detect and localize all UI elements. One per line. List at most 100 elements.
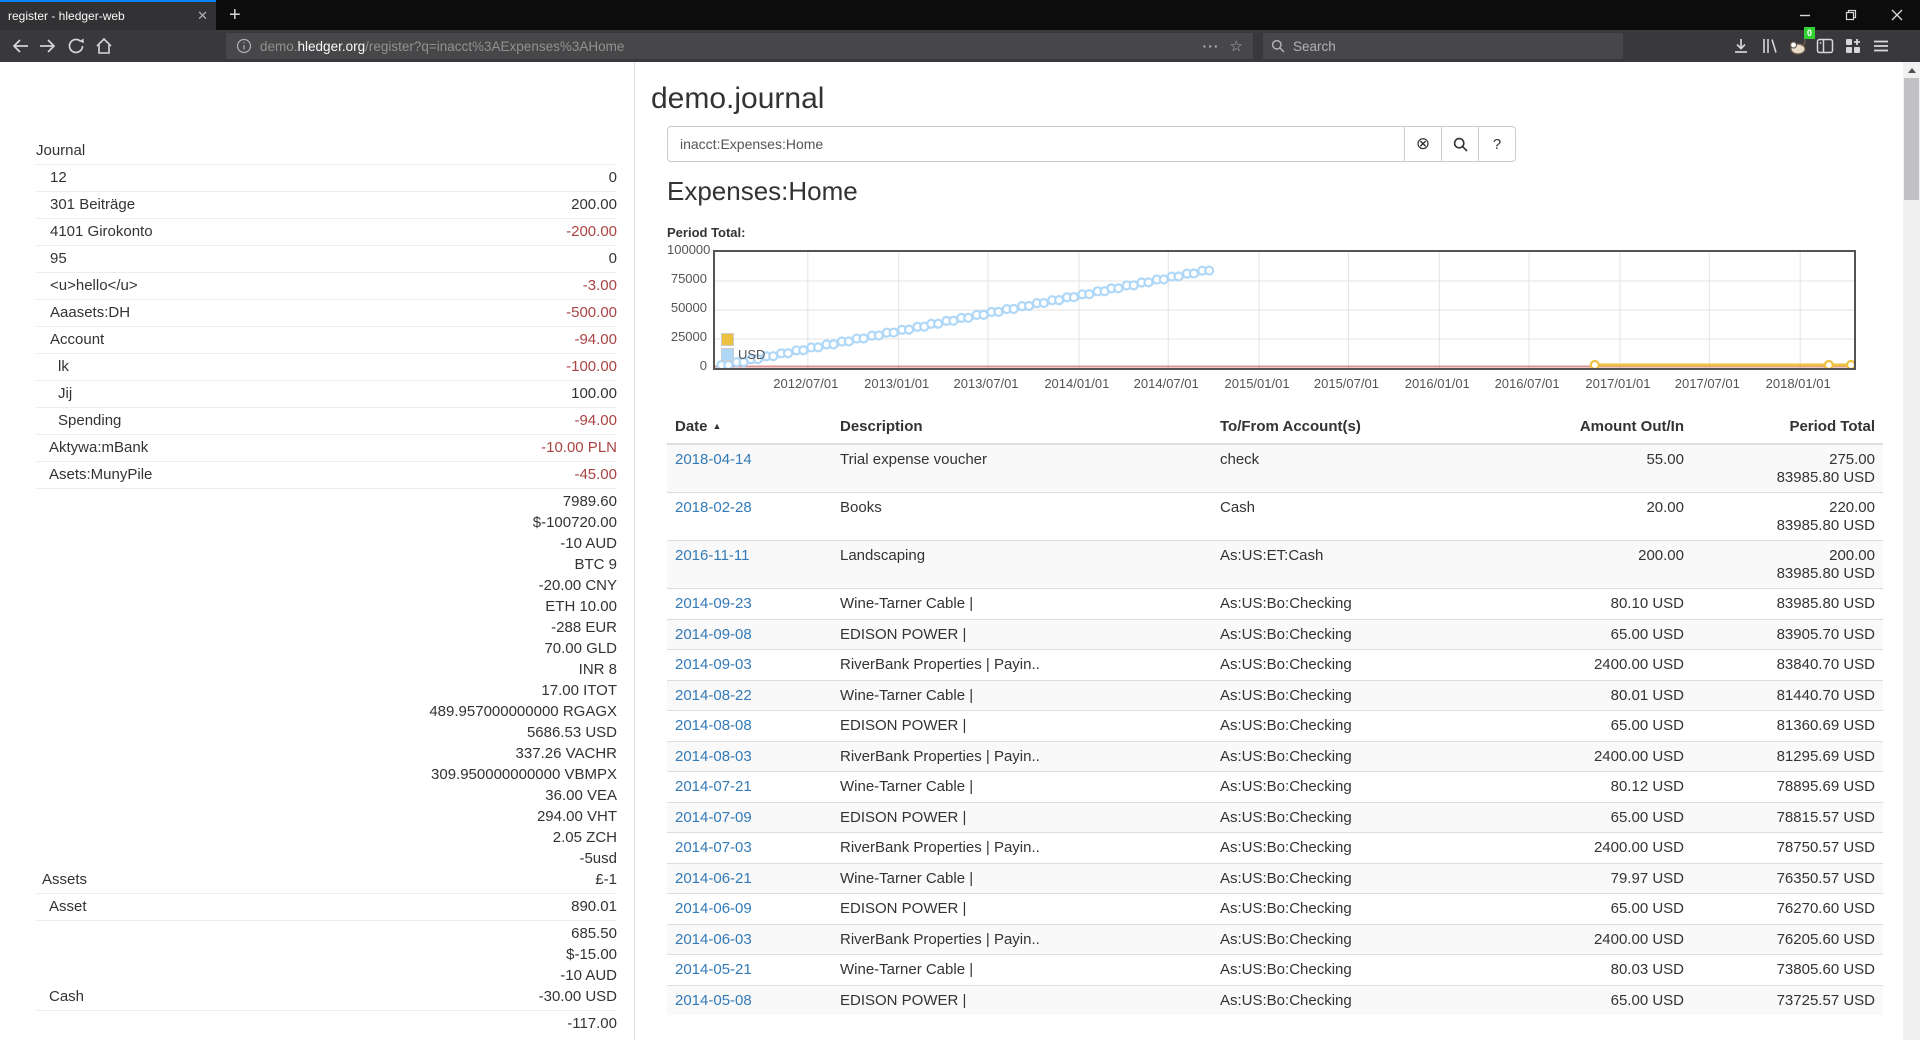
total-line: 78815.57 USD xyxy=(1700,809,1875,827)
account-link[interactable]: Spending xyxy=(58,412,121,429)
browser-tab[interactable]: register - hledger-web ✕ xyxy=(0,0,216,30)
account-link[interactable]: Asset xyxy=(49,898,87,915)
transaction-date-link[interactable]: 2014-06-09 xyxy=(675,900,752,917)
transaction-date-link[interactable]: 2014-06-21 xyxy=(675,870,752,887)
account-link[interactable]: 95 xyxy=(50,250,67,267)
transaction-date-link[interactable]: 2014-07-09 xyxy=(675,809,752,826)
page-scrollbar[interactable] xyxy=(1903,62,1920,1040)
clear-query-button[interactable]: ⊗ xyxy=(1404,126,1442,162)
transaction-date-link[interactable]: 2014-08-22 xyxy=(675,687,752,704)
column-header-amount-out-in[interactable]: Amount Out/In xyxy=(1502,410,1692,444)
balance-amount: 70.00 GLD xyxy=(259,638,617,659)
search-help-button[interactable]: ? xyxy=(1478,126,1516,162)
account-balance: -500.00 xyxy=(259,300,617,327)
column-header-to-from-account-s-[interactable]: To/From Account(s) xyxy=(1212,410,1502,444)
account-cell: As:US:Bo:Checking xyxy=(1212,589,1502,620)
transaction-date-link[interactable]: 2016-11-11 xyxy=(675,547,750,564)
sidebar-account-row: Journal xyxy=(36,138,617,165)
total-line: 275.00 xyxy=(1700,451,1875,469)
account-link[interactable]: Assets xyxy=(42,871,87,888)
back-button[interactable] xyxy=(6,33,34,59)
balance-amount: INR 8 xyxy=(259,659,617,680)
screenshots-grid-icon[interactable] xyxy=(1839,33,1867,59)
account-link[interactable]: 12 xyxy=(50,169,67,186)
x-axis-tick: 2013/01/01 xyxy=(852,376,942,391)
bookmark-star-icon[interactable]: ☆ xyxy=(1230,37,1243,55)
period-total-cell: 200.0083985.80 USD xyxy=(1692,541,1883,589)
transaction-date-link[interactable]: 2014-06-03 xyxy=(675,931,752,948)
legend-label: USD xyxy=(738,347,765,362)
forward-button[interactable] xyxy=(34,33,62,59)
transaction-date-link[interactable]: 2014-07-21 xyxy=(675,778,752,795)
account-cell: check xyxy=(1212,444,1502,493)
account-link[interactable]: <u>hello</u> xyxy=(50,277,138,294)
account-link[interactable]: Journal xyxy=(36,142,85,159)
tab-title: register - hledger-web xyxy=(8,9,191,23)
account-link[interactable]: Aaasets:DH xyxy=(50,304,130,321)
balance-amount: -288 EUR xyxy=(259,617,617,638)
register-table: Date▲DescriptionTo/From Account(s)Amount… xyxy=(667,410,1883,1015)
account-link[interactable]: Asets:MunyPile xyxy=(49,466,152,483)
balance-amount: BTC 9 xyxy=(259,554,617,575)
query-input[interactable] xyxy=(667,126,1405,162)
search-submit-button[interactable] xyxy=(1441,126,1479,162)
register-row: 2014-09-03RiverBank Properties | Payin..… xyxy=(667,650,1883,681)
transaction-date-link[interactable]: 2014-09-03 xyxy=(675,656,752,673)
transaction-date-link[interactable]: 2014-08-08 xyxy=(675,717,752,734)
restore-button[interactable] xyxy=(1828,0,1874,30)
y-axis-tick: 50000 xyxy=(667,300,707,315)
sidebar-toggle-icon[interactable] xyxy=(1811,33,1839,59)
amount-cell: 20.00 xyxy=(1502,493,1692,541)
transaction-date-link[interactable]: 2014-08-03 xyxy=(675,748,752,765)
account-cell: As:US:Bo:Checking xyxy=(1212,863,1502,894)
sidebar-account-row: Spending-94.00 xyxy=(36,408,617,435)
column-header-period-total[interactable]: Period Total xyxy=(1692,410,1883,444)
account-link[interactable]: Account xyxy=(50,331,104,348)
account-link[interactable]: 301 Beiträge xyxy=(50,196,135,213)
total-line: 73805.60 USD xyxy=(1700,961,1875,979)
column-header-date[interactable]: Date▲ xyxy=(667,410,832,444)
column-header-description[interactable]: Description xyxy=(832,410,1212,444)
transaction-date-link[interactable]: 2018-02-28 xyxy=(675,499,752,516)
balance-amount: $-15.00 xyxy=(259,944,617,965)
total-line: 81295.69 USD xyxy=(1700,748,1875,766)
sidebar-account-row: Asset890.01 xyxy=(36,894,617,921)
transaction-date-link[interactable]: 2014-07-03 xyxy=(675,839,752,856)
extension-monkey-icon[interactable]: 0 xyxy=(1783,33,1811,59)
description-cell: EDISON POWER | xyxy=(832,985,1212,1015)
account-link[interactable]: Jij xyxy=(58,385,72,402)
transaction-date-link[interactable]: 2014-09-23 xyxy=(675,595,752,612)
legend-entry: USD xyxy=(721,347,765,362)
period-total-cell: 76270.60 USD xyxy=(1692,894,1883,925)
balance-amount: -10.00 PLN xyxy=(259,437,617,458)
downloads-icon[interactable] xyxy=(1727,33,1755,59)
page-actions-icon[interactable]: ··· xyxy=(1203,38,1220,54)
browser-search-field[interactable]: Search xyxy=(1263,33,1623,59)
transaction-date-link[interactable]: 2014-05-21 xyxy=(675,961,752,978)
menu-hamburger-icon[interactable] xyxy=(1867,33,1895,59)
sidebar-account-row: Assets7989.60$-100720.00-10 AUDBTC 9-20.… xyxy=(36,489,617,894)
transaction-date-link[interactable]: 2014-05-08 xyxy=(675,992,752,1009)
reload-button[interactable] xyxy=(62,33,90,59)
scrollbar-up-arrow[interactable] xyxy=(1903,62,1920,78)
account-link[interactable]: lk xyxy=(58,358,69,375)
close-window-button[interactable] xyxy=(1874,0,1920,30)
library-icon[interactable] xyxy=(1755,33,1783,59)
account-balance: 0 xyxy=(259,246,617,273)
account-link[interactable]: 4101 Girokonto xyxy=(50,223,153,240)
balance-amount: 0 xyxy=(259,248,617,269)
sidebar-account-row: Aktywa:mBank -10.00 PLN xyxy=(36,435,617,462)
site-info-icon[interactable] xyxy=(236,38,252,54)
new-tab-button[interactable]: + xyxy=(216,0,254,30)
transaction-date-link[interactable]: 2018-04-14 xyxy=(675,451,752,468)
balance-amount: -30.00 USD xyxy=(259,986,617,1007)
account-link[interactable]: Cash xyxy=(49,988,84,1005)
tab-close-icon[interactable]: ✕ xyxy=(197,8,208,24)
url-bar[interactable]: demo.hledger.org/register?q=inacct%3AExp… xyxy=(226,33,1253,59)
date-cell: 2014-06-21 xyxy=(667,863,832,894)
account-link[interactable]: Aktywa:mBank xyxy=(49,439,148,456)
minimize-button[interactable] xyxy=(1782,0,1828,30)
home-button[interactable] xyxy=(90,33,118,59)
transaction-date-link[interactable]: 2014-09-08 xyxy=(675,626,752,643)
scrollbar-thumb[interactable] xyxy=(1904,78,1919,200)
